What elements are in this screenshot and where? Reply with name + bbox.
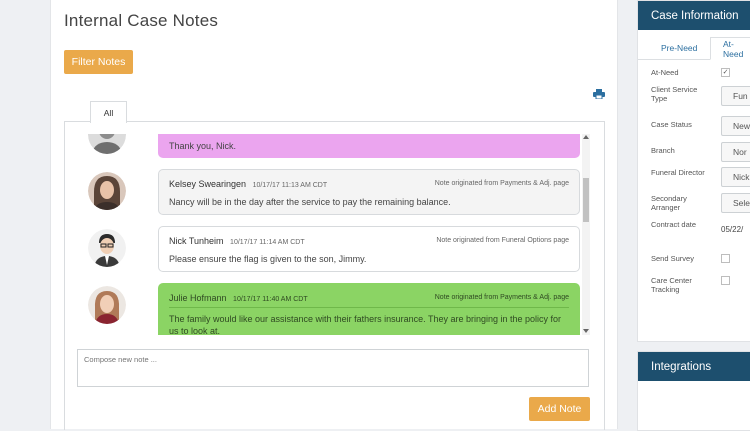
field-label: Contract date [651,220,697,229]
contract-date-value[interactable]: 05/22/ [721,225,743,234]
page-title: Internal Case Notes [64,11,219,30]
note-origin: Note originated from Funeral Options pag… [436,237,569,244]
tab-all[interactable]: All [90,101,127,123]
note-item: Thank you, Nick. [158,134,580,158]
note-text: Thank you, Nick. [169,141,237,151]
secondary-arranger-select[interactable]: Sele [721,193,750,213]
field-label: Client Service Type [651,85,698,103]
compose-note-input[interactable] [77,349,589,387]
case-status-select[interactable]: New [721,116,750,136]
avatar [88,286,126,324]
integrations-header[interactable]: Integrations [638,352,750,381]
note-text: Nancy will be in the day after the servi… [169,197,451,207]
add-note-button[interactable]: Add Note [529,397,590,421]
field-label: Care Center Tracking [651,276,692,294]
note-author: Julie Hofmann [169,293,227,303]
note-timestamp: 10/17/17 11:13 AM CDT [252,182,328,189]
funeral-director-select[interactable]: Nick [721,167,750,187]
notes-scrollbar[interactable] [582,134,590,335]
field-label: Case Status [651,120,692,129]
note-timestamp: 10/17/17 11:14 AM CDT [230,239,305,246]
field-label: Send Survey [651,254,694,263]
scroll-up-arrow-icon[interactable] [583,135,589,139]
note-text: Please ensure the flag is given to the s… [169,254,367,264]
field-label: Branch [651,146,675,155]
care-center-tracking-checkbox[interactable] [721,276,730,285]
note-author: Kelsey Swearingen [169,179,247,189]
case-information-header: Case Information [638,1,750,30]
note-item: Nick Tunheim 10/17/17 11:14 AM CDT Note … [158,226,580,272]
send-survey-checkbox[interactable] [721,254,730,263]
note-timestamp: 10/17/17 11:40 AM CDT [233,296,308,303]
field-label: Funeral Director [651,168,705,177]
tab-at-need[interactable]: At-Need [710,37,750,60]
avatar [88,134,126,154]
case-type-tabs: Pre-Need At-Need [638,37,750,60]
notes-list: Thank you, Nick. Kelsey Swearingen 10/17… [73,134,591,335]
note-origin: Note originated from Payments & Adj. pag… [434,180,569,187]
filter-notes-button[interactable]: Filter Notes [64,50,133,74]
scroll-down-arrow-icon[interactable] [583,329,589,333]
avatar [88,172,126,210]
note-text: The family would like our assistance wit… [169,314,562,335]
case-information-card: Case Information Pre-Need At-Need At-Nee… [637,0,750,342]
note-item: Kelsey Swearingen 10/17/17 11:13 AM CDT … [158,169,580,215]
print-icon[interactable] [593,89,605,99]
field-label: Secondary Arranger [651,194,687,212]
case-notes-panel: Internal Case Notes Filter Notes All Tha… [50,0,618,430]
note-origin: Note originated from Payments & Adj. pag… [434,294,569,301]
note-item: Julie Hofmann 10/17/17 11:40 AM CDT Note… [158,283,580,335]
field-label: At-Need [651,68,679,77]
integrations-card: Integrations [637,351,750,431]
scroll-thumb[interactable] [583,178,589,222]
branch-select[interactable]: Nor [721,142,750,162]
avatar [88,229,126,267]
divider [169,307,569,308]
client-service-type-select[interactable]: Fun [721,86,750,106]
at-need-checkbox[interactable]: ✓ [721,68,730,77]
tab-pre-need[interactable]: Pre-Need [661,37,697,59]
note-author: Nick Tunheim [169,236,224,246]
